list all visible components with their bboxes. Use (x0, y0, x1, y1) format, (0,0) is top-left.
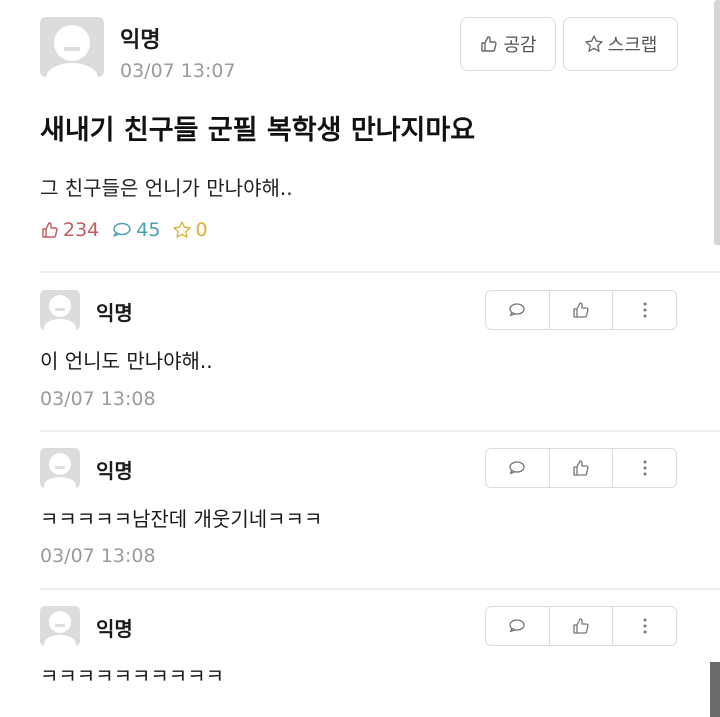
comment-more-button[interactable] (613, 607, 676, 645)
reply-button[interactable] (486, 607, 550, 645)
comment-author: 익명 (96, 459, 133, 483)
post-title: 새내기 친구들 군필 복학생 만나지마요 (40, 115, 476, 146)
comment-count-value: 45 (136, 219, 161, 241)
scrollbar[interactable] (714, 0, 720, 245)
comment-actions (485, 290, 677, 330)
post-author-avatar (40, 17, 104, 77)
comment-like-button[interactable] (550, 607, 614, 645)
comment-actions (485, 606, 677, 646)
comment-more-button[interactable] (613, 449, 676, 487)
avatar-body-shape (44, 319, 76, 330)
post-timestamp: 03/07 13:07 (120, 60, 236, 82)
more-vertical-icon (643, 302, 647, 318)
comment-text: ㅋㅋㅋㅋㅋㅋㅋㅋㅋㅋ (40, 664, 224, 688)
star-icon (585, 35, 603, 52)
avatar-head-shape (54, 25, 90, 61)
like-count-value: 234 (63, 219, 100, 241)
avatar-body-shape (46, 63, 98, 77)
avatar-head-shape (49, 295, 71, 317)
scrap-button-label: 스크랩 (607, 35, 658, 56)
post-divider (40, 271, 720, 273)
post-body: 그 친구들은 언니가 만나야해.. (40, 176, 293, 200)
star-icon (173, 221, 192, 238)
more-vertical-icon (643, 460, 647, 476)
comment-avatar (40, 448, 80, 488)
avatar-head-shape (49, 453, 71, 475)
reply-button[interactable] (486, 449, 550, 487)
post-stats: 234 45 0 (40, 217, 208, 243)
comment-text: 이 언니도 만나야해.. (40, 349, 213, 373)
comment-like-button[interactable] (550, 291, 614, 329)
scrap-count-value: 0 (195, 219, 208, 241)
comment-more-button[interactable] (613, 291, 676, 329)
avatar-body-shape (44, 477, 76, 488)
speech-bubble-icon (509, 619, 525, 633)
scrap-count: 0 (172, 219, 208, 241)
comment-actions (485, 448, 677, 488)
comment-avatar (40, 606, 80, 646)
speech-bubble-icon (509, 461, 525, 475)
comment-avatar (40, 290, 80, 330)
comment-count: 45 (111, 219, 160, 241)
thumbs-up-icon (573, 618, 589, 634)
avatar-mouth-shape (55, 466, 65, 469)
comment-divider (40, 430, 720, 432)
like-count: 234 (40, 219, 99, 241)
avatar-body-shape (44, 635, 76, 646)
comment-divider (40, 588, 720, 590)
thumbs-up-icon (481, 36, 498, 52)
like-button[interactable]: 공감 (460, 17, 556, 71)
reply-button[interactable] (486, 291, 550, 329)
comment-timestamp: 03/07 13:08 (40, 545, 156, 567)
comment-like-button[interactable] (550, 449, 614, 487)
post-author-name: 익명 (120, 28, 161, 53)
comment-text: ㅋㅋㅋㅋㅋ남잔데 개웃기네ㅋㅋㅋ (40, 507, 323, 531)
avatar-head-shape (49, 611, 71, 633)
speech-bubble-icon (113, 222, 131, 237)
avatar-mouth-shape (55, 624, 65, 627)
scrollbar-thumb[interactable] (710, 662, 720, 717)
avatar-mouth-shape (64, 47, 80, 51)
thumbs-up-icon (573, 302, 589, 318)
speech-bubble-icon (509, 303, 525, 317)
like-button-label: 공감 (503, 35, 537, 56)
thumbs-up-icon (573, 460, 589, 476)
comment-author: 익명 (96, 617, 133, 641)
avatar-mouth-shape (55, 308, 65, 311)
thumbs-up-icon (42, 222, 58, 238)
comment-author: 익명 (96, 301, 133, 325)
scrap-button[interactable]: 스크랩 (563, 17, 678, 71)
comment-timestamp: 03/07 13:08 (40, 388, 156, 410)
more-vertical-icon (643, 618, 647, 634)
